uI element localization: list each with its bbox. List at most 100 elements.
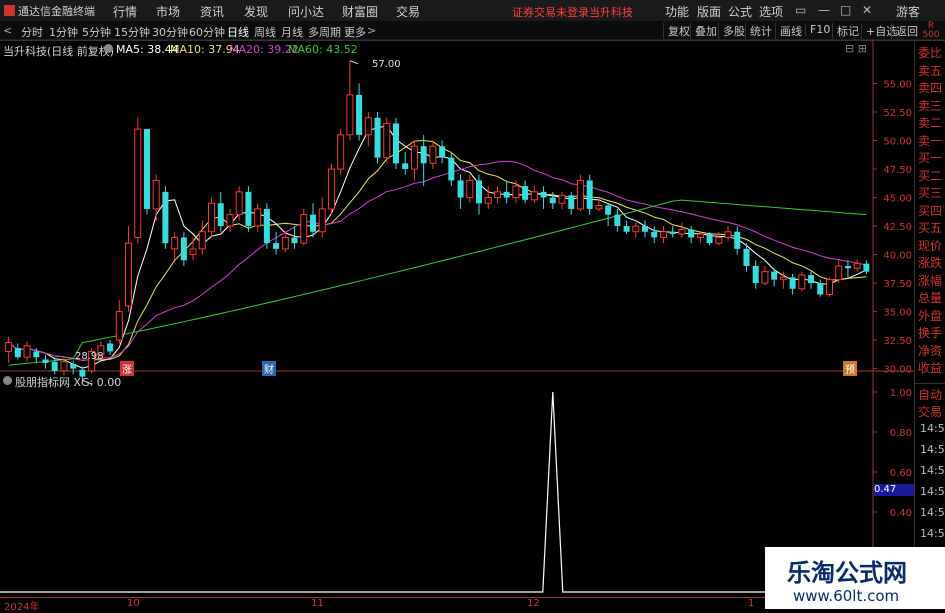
- quote-field-18: 收益: [918, 361, 943, 375]
- quote-field-6: 买一: [918, 151, 943, 165]
- candle-body: [410, 145, 418, 170]
- candle-body: [51, 361, 58, 371]
- y-tick-label: 45.00: [883, 194, 912, 205]
- candle-body: [189, 248, 197, 256]
- watermark-box: 乐淘公式网 www.60lt.com: [765, 547, 945, 609]
- candle-body: [171, 236, 179, 250]
- candle-body: [337, 134, 345, 170]
- quote-field-12: 涨跌: [918, 256, 943, 270]
- candle-body: [476, 180, 483, 204]
- candle-body: [651, 231, 658, 238]
- quote-field-16: 换手: [918, 326, 943, 340]
- candle-body: [60, 361, 68, 372]
- x-label-11: 11: [311, 598, 324, 609]
- candle-body: [327, 168, 335, 210]
- x-label-1: 1: [748, 598, 755, 609]
- candle-body: [33, 351, 40, 358]
- candle-body: [254, 208, 262, 227]
- candle-body: [245, 191, 252, 227]
- candle-body: [632, 225, 640, 233]
- candle-body: [226, 214, 234, 227]
- auto-label[interactable]: 自动: [918, 386, 942, 403]
- candle-body: [771, 271, 778, 280]
- quote-field-15: 外盘: [918, 308, 943, 323]
- candle-body: [162, 191, 169, 244]
- candle-body: [420, 146, 427, 164]
- candle-body: [374, 117, 381, 158]
- y-tick-label: 32.50: [883, 336, 912, 347]
- tick-time: 14:56: [920, 443, 945, 456]
- candle-body: [318, 208, 326, 233]
- candle-body: [522, 186, 529, 200]
- candle-body: [817, 283, 824, 295]
- y-tick-label: 47.50: [883, 165, 912, 176]
- candle-body: [789, 277, 796, 289]
- candle-body: [198, 231, 206, 250]
- quote-field-2: 卖四: [918, 81, 943, 95]
- candle-body: [743, 248, 750, 266]
- candle-body: [143, 129, 150, 209]
- x-label-10: 10: [127, 598, 140, 609]
- low-price-label: 28.98: [75, 351, 104, 362]
- candle-body: [402, 163, 409, 170]
- quote-field-0: 委比: [918, 46, 943, 60]
- candle-body: [614, 214, 621, 227]
- candle-body: [503, 191, 510, 198]
- watermark-url: www.60lt.com: [793, 587, 900, 605]
- candle-body: [696, 233, 704, 238]
- marker-cai[interactable]: 财: [262, 361, 276, 376]
- tick-time: 14:56: [920, 485, 945, 498]
- y-tick-label: 35.00: [883, 308, 912, 319]
- candle-body: [466, 179, 474, 199]
- sub-y-tick-label: 0.40: [890, 508, 912, 519]
- quote-field-5: 卖一: [918, 133, 943, 148]
- candle-body: [540, 191, 547, 198]
- candle-body: [484, 197, 492, 204]
- trade-box: 自动 交易: [914, 383, 945, 422]
- candle-body: [761, 271, 769, 284]
- candle-body: [392, 123, 399, 164]
- candle-body: [706, 234, 713, 244]
- quote-field-8: 买三: [918, 186, 943, 200]
- candle-body: [346, 94, 354, 136]
- candle-body: [512, 185, 520, 199]
- quote-field-9: 买四: [918, 203, 943, 218]
- candle-body: [669, 231, 676, 235]
- y-tick-label: 52.50: [883, 108, 912, 119]
- candle-body: [595, 205, 603, 210]
- candle-body: [808, 275, 815, 284]
- trade-label[interactable]: 交易: [918, 403, 942, 420]
- x-label-2024: 2024年: [4, 602, 40, 613]
- quote-field-17: 净资: [918, 343, 943, 358]
- tick-time: 14:56: [920, 506, 945, 519]
- quote-field-10: 买五: [918, 221, 943, 235]
- candle-body: [107, 343, 114, 352]
- candle-body: [152, 179, 160, 210]
- rs-badge[interactable]: R 500: [919, 22, 943, 40]
- y-tick-label: 30.00: [883, 365, 912, 376]
- candle-body: [42, 359, 49, 363]
- sub-y-tick-label: 1.00: [890, 388, 912, 399]
- candle-body: [383, 122, 391, 159]
- candle-body: [568, 195, 575, 209]
- candle-body: [853, 263, 861, 269]
- candle-body: [586, 180, 593, 209]
- sub-settings-icon[interactable]: [3, 376, 12, 385]
- candle-body: [125, 242, 133, 307]
- quote-field-13: 涨幅: [918, 273, 943, 288]
- quote-field-14: 总量: [918, 291, 943, 305]
- marker-zhang[interactable]: 涨: [120, 361, 134, 376]
- candle-body: [134, 128, 142, 238]
- y-tick-label: 40.00: [883, 251, 912, 262]
- y-tick-label: 55.00: [883, 80, 912, 91]
- candle-body: [291, 237, 298, 244]
- candle-body: [14, 348, 21, 358]
- marker-yu[interactable]: 预: [843, 361, 857, 376]
- candle-body: [115, 311, 123, 341]
- candle-body: [835, 265, 843, 281]
- candle-body: [5, 341, 13, 352]
- candle-body: [734, 231, 741, 249]
- candle-body: [439, 146, 446, 158]
- candle-body: [642, 226, 649, 232]
- candle-body: [715, 236, 723, 244]
